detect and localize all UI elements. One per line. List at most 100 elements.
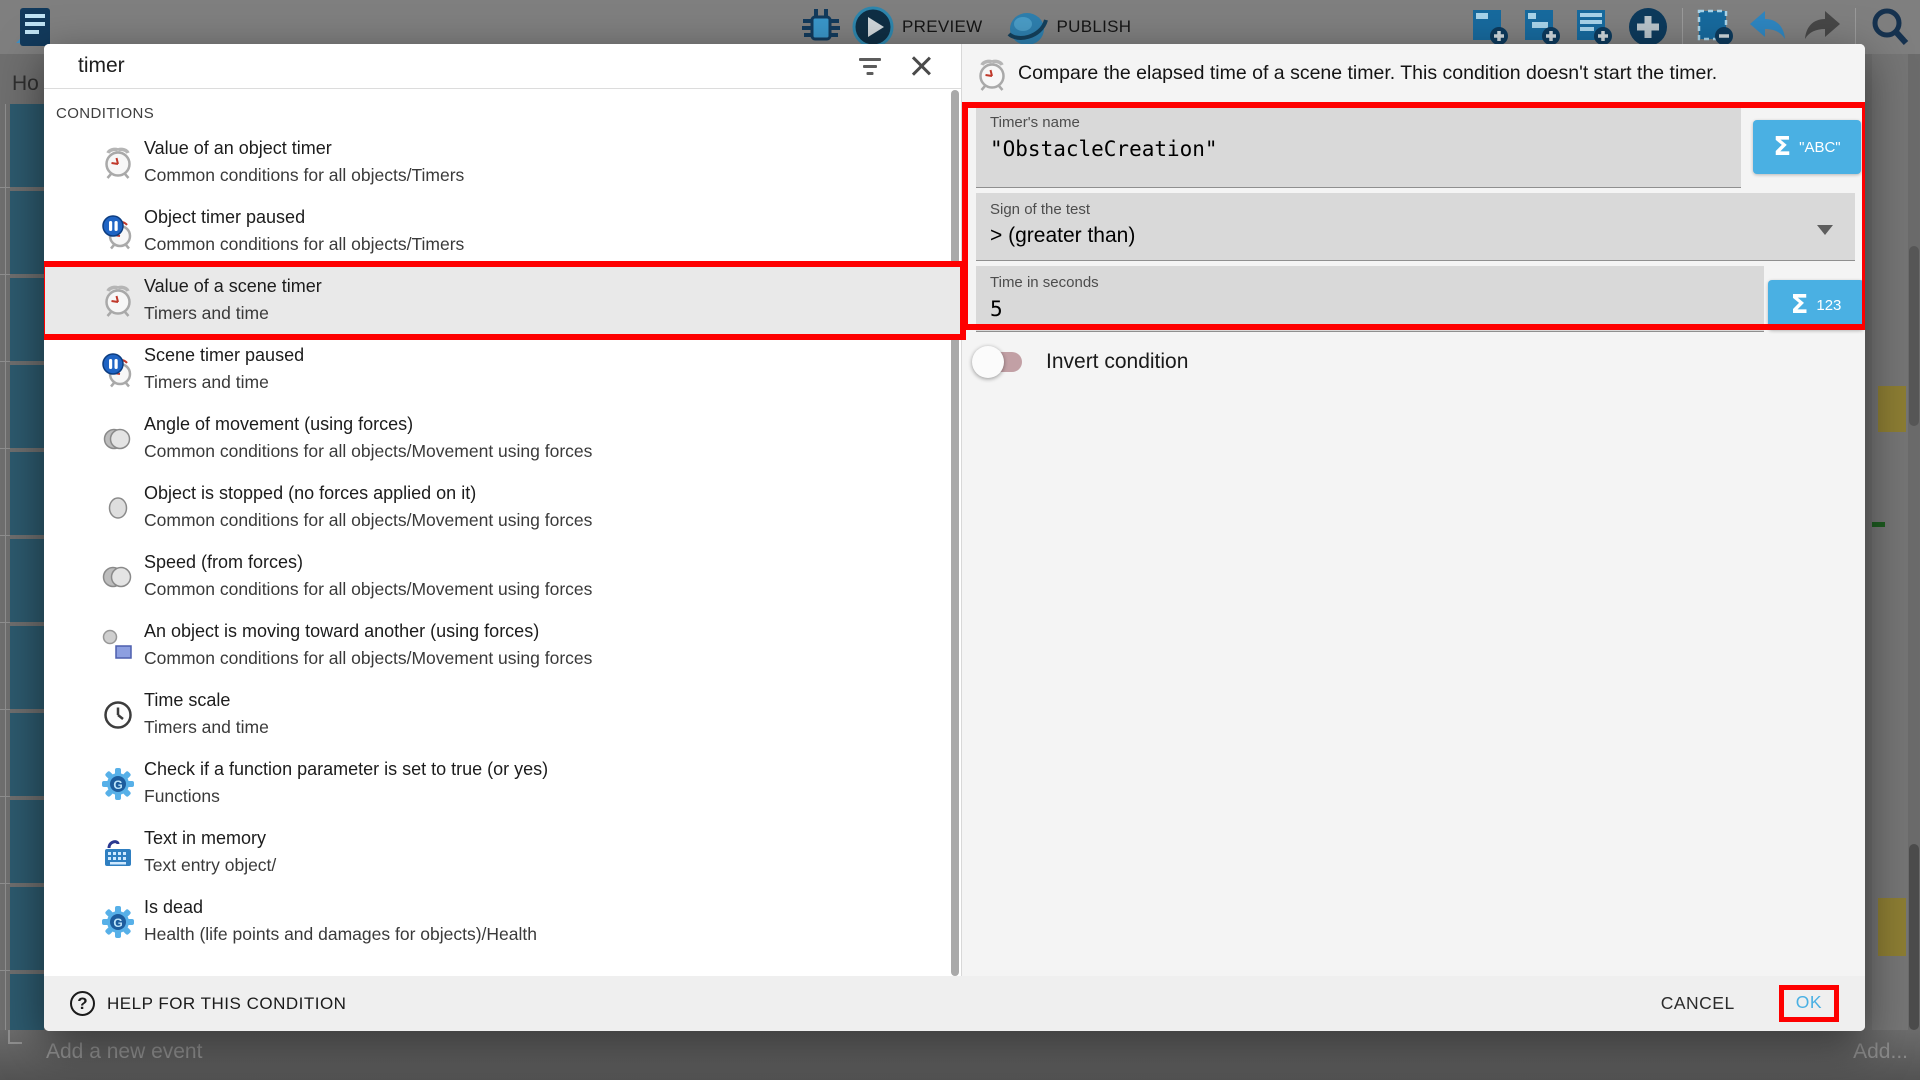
divider [44, 88, 961, 89]
condition-group: Common conditions for all objects/Moveme… [144, 576, 592, 603]
condition-item-is-dead[interactable]: GIs deadHealth (life points and damages … [44, 887, 961, 956]
annotation-box-ok: OK [1779, 985, 1839, 1022]
list-scrollbar[interactable] [951, 90, 959, 976]
condition-title: Check if a function parameter is set to … [144, 756, 548, 783]
condition-group: Health (life points and damages for obje… [144, 921, 537, 948]
instruction-editor-dialog: timer CONDITIONS Value of an object time… [44, 44, 1865, 1031]
undo-icon[interactable] [1747, 7, 1789, 47]
search-input[interactable]: timer [78, 54, 857, 78]
help-link[interactable]: ? HELP FOR THIS CONDITION [70, 991, 346, 1016]
event-tree-line [5, 104, 6, 1030]
conditions-section-header: CONDITIONS [56, 105, 961, 122]
event-sheet-right-edge [1872, 54, 1920, 1030]
time-scale-icon [98, 695, 138, 735]
string-expression-button[interactable]: Σ "ABC" [1753, 120, 1861, 174]
condition-item-angle-of-movement-using-forces[interactable]: Angle of movement (using forces)Common c… [44, 404, 961, 473]
toolbar-separator [1855, 8, 1856, 46]
condition-title: Is dead [144, 894, 537, 921]
field-value: > (greater than) [990, 224, 1841, 248]
condition-group: Timers and time [144, 300, 322, 327]
event-sheet-left-edge: Ho [0, 54, 44, 1030]
condition-title: Object timer paused [144, 204, 464, 231]
field-label: Time in seconds [990, 274, 1750, 291]
alarm-clock-icon [98, 281, 138, 321]
number-expression-button[interactable]: Σ 123 [1768, 280, 1864, 330]
sigma-icon: Σ [1773, 132, 1791, 162]
preview-play-icon[interactable] [852, 6, 894, 48]
condition-item-an-object-is-moving-toward-another-using-forces[interactable]: An object is moving toward another (usin… [44, 611, 961, 680]
condition-title: Object is stopped (no forces applied on … [144, 480, 592, 507]
condition-item-check-if-a-function-parameter-is-set-to-true-or-yes[interactable]: G Check if a function parameter is set to… [44, 749, 961, 818]
condition-item-speed-from-forces[interactable]: Speed (from forces)Common conditions for… [44, 542, 961, 611]
filter-icon[interactable] [857, 55, 883, 77]
alarm-paused-icon [98, 212, 138, 252]
cancel-button[interactable]: CANCEL [1661, 993, 1735, 1014]
move-toward-icon [98, 626, 138, 666]
time-in-seconds-field[interactable]: Time in seconds 5 [976, 266, 1764, 332]
invert-condition-toggle[interactable] [974, 349, 1024, 375]
dialog-footer: ? HELP FOR THIS CONDITION CANCEL OK [44, 976, 1865, 1031]
condition-parameters-panel: Compare the elapsed time of a scene time… [961, 44, 1865, 976]
condition-group: Timers and time [144, 714, 269, 741]
search-events-icon[interactable] [1868, 5, 1910, 49]
condition-group: Common conditions for all objects/Moveme… [144, 438, 592, 465]
help-label: HELP FOR THIS CONDITION [107, 994, 346, 1014]
condition-item-scene-timer-paused[interactable]: Scene timer pausedTimers and time [44, 335, 961, 404]
event-condition-strip [10, 104, 44, 1030]
add-subevent-icon[interactable] [1522, 6, 1562, 48]
add-event-icon[interactable] [1470, 6, 1510, 48]
forces-angle-icon [98, 419, 138, 459]
condition-title: Speed (from forces) [144, 549, 592, 576]
preview-label[interactable]: PREVIEW [902, 17, 983, 37]
field-value: 5 [990, 297, 1750, 321]
function-gear-icon: G [98, 902, 138, 942]
invert-condition-label: Invert condition [1046, 350, 1188, 374]
expression-button-label: "ABC" [1799, 139, 1841, 156]
field-label: Sign of the test [990, 201, 1841, 218]
alarm-clock-icon [98, 143, 138, 183]
help-question-icon: ? [70, 991, 95, 1016]
condition-group: Common conditions for all objects/Timers [144, 231, 464, 258]
ok-button[interactable]: OK [1796, 992, 1822, 1013]
highlighted-event-block [1878, 386, 1906, 432]
condition-title: Time scale [144, 687, 269, 714]
expression-button-label: 123 [1816, 297, 1841, 314]
field-label: Timer's name [990, 114, 1727, 131]
event-tree-corner [8, 1030, 22, 1044]
publish-label[interactable]: PUBLISH [1057, 17, 1132, 37]
sigma-icon: Σ [1791, 290, 1809, 320]
condition-group: Text entry object/ [144, 852, 276, 879]
scrollbar-thumb[interactable] [1909, 246, 1919, 426]
svg-text:G: G [113, 778, 122, 792]
stopped-ball-icon [98, 488, 138, 528]
scene-timer-icon [974, 56, 1010, 92]
add-more-text: Add... [1853, 1040, 1908, 1064]
condition-group: Common conditions for all objects/Moveme… [144, 507, 592, 534]
toolbar-separator [1682, 8, 1683, 46]
green-mark [1872, 522, 1885, 527]
condition-item-time-scale[interactable]: Time scaleTimers and time [44, 680, 961, 749]
home-tab: Ho [12, 72, 39, 96]
debugger-icon[interactable] [798, 5, 844, 49]
add-circle-icon[interactable] [1626, 5, 1670, 49]
condition-item-text-in-memory[interactable]: Text in memoryText entry object/ [44, 818, 961, 887]
publish-globe-icon[interactable] [1005, 6, 1049, 48]
condition-item-value-of-an-object-timer[interactable]: Value of an object timerCommon condition… [44, 128, 961, 197]
timers-name-field[interactable]: Timer's name "ObstacleCreation" [976, 106, 1741, 188]
condition-item-value-of-a-scene-timer[interactable]: Value of a scene timerTimers and time [44, 266, 961, 335]
event-sheet-scrollbar[interactable] [1908, 54, 1920, 1030]
add-comment-icon[interactable] [1574, 6, 1614, 48]
condition-item-object-is-stopped-no-forces-applied-on-it[interactable]: Object is stopped (no forces applied on … [44, 473, 961, 542]
condition-title: Angle of movement (using forces) [144, 411, 592, 438]
field-value: "ObstacleCreation" [990, 137, 1727, 161]
redo-icon[interactable] [1801, 7, 1843, 47]
sign-of-test-dropdown[interactable]: Sign of the test > (greater than) [976, 193, 1855, 261]
condition-chooser-panel: timer CONDITIONS Value of an object time… [44, 44, 961, 976]
condition-title: An object is moving toward another (usin… [144, 618, 592, 645]
forces-speed-icon [98, 557, 138, 597]
remove-selection-icon[interactable] [1695, 6, 1735, 48]
close-icon[interactable] [909, 54, 933, 78]
alarm-paused-icon [98, 350, 138, 390]
chevron-down-icon [1817, 225, 1833, 235]
condition-item-object-timer-paused[interactable]: Object timer pausedCommon conditions for… [44, 197, 961, 266]
